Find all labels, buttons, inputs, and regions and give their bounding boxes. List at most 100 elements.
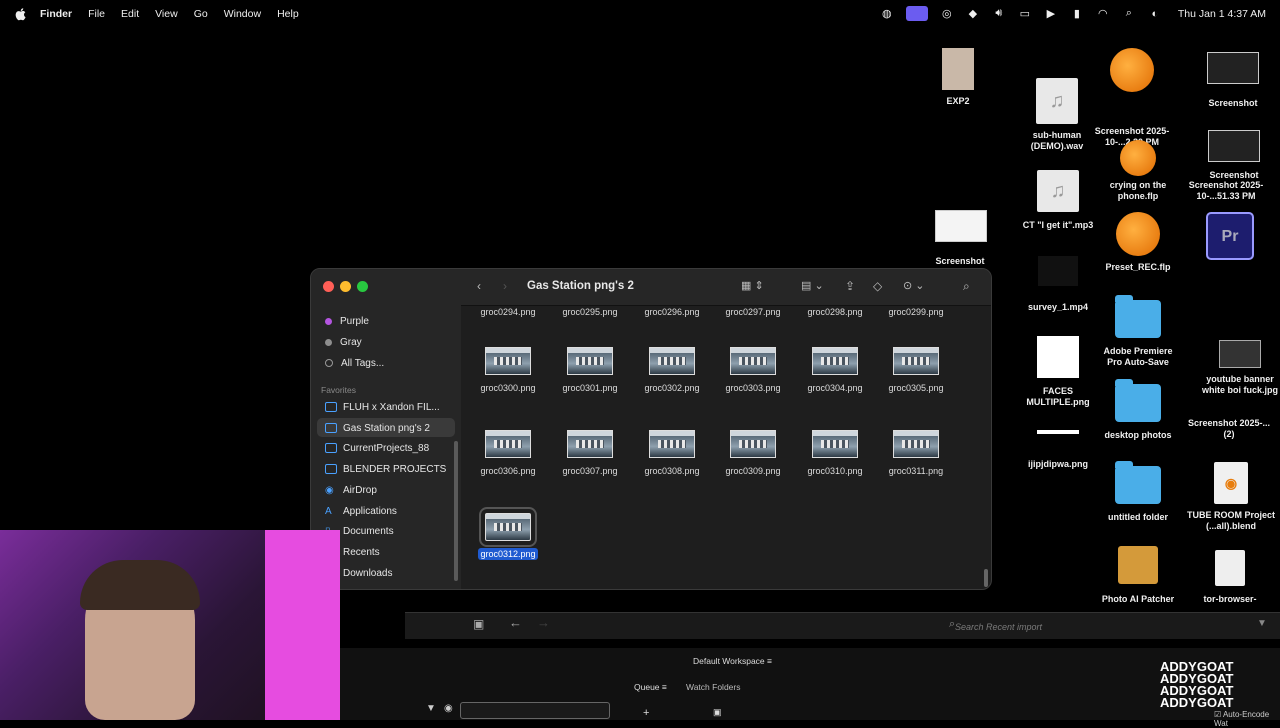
screenshot-thumb <box>1207 52 1259 84</box>
menu-help[interactable]: Help <box>277 8 299 20</box>
sidebar-item-fluh[interactable]: FLUH x Xandon FIL... <box>325 398 440 416</box>
close-button[interactable] <box>323 281 334 292</box>
view-grid-icon[interactable]: ▦ ⇕ <box>741 279 764 292</box>
file-item[interactable]: groc0296.png <box>631 307 713 317</box>
desktop-icon-premiere-proj[interactable]: Pr <box>1205 212 1255 260</box>
desktop-folder-premiere-autosave[interactable]: Adobe Premiere Pro Auto-Save <box>1096 295 1180 368</box>
display-icon[interactable]: ▭ <box>1018 8 1032 20</box>
desktop-icon-screenshot-2[interactable]: Screenshot <box>935 210 987 267</box>
file-item[interactable]: groc0304.png <box>794 347 876 393</box>
filter-icon[interactable]: ▼ <box>1257 618 1267 629</box>
file-item[interactable]: groc0294.png <box>467 307 549 317</box>
sidebar-item-airdrop[interactable]: ◉ AirDrop <box>325 481 377 499</box>
play-icon[interactable]: ▶ <box>1044 8 1058 20</box>
file-grid-scrollbar[interactable] <box>984 569 988 587</box>
back-arrow-icon[interactable]: ← <box>509 615 522 630</box>
more-actions-icon[interactable]: ⊙ ⌄ <box>903 279 925 292</box>
sidebar-tag-gray[interactable]: Gray <box>325 333 362 351</box>
desktop-icon-screenshot-3[interactable]: Screenshot <box>1192 130 1276 181</box>
sidebar-item-applications[interactable]: A Applications <box>325 502 397 520</box>
file-item[interactable]: groc0299.png <box>875 307 957 317</box>
file-name: groc0305.png <box>888 383 944 393</box>
search-icon[interactable]: ⌕ <box>963 279 970 294</box>
minimize-button[interactable] <box>340 281 351 292</box>
desktop-icon-blend[interactable]: ◉ TUBE ROOM Project (...all).blend <box>1184 462 1278 532</box>
file-item-selected[interactable]: groc0312.png <box>467 507 549 560</box>
file-item[interactable]: groc0306.png <box>467 430 549 476</box>
file-item[interactable]: groc0308.png <box>631 430 713 476</box>
filter-icon[interactable]: ▼ <box>426 703 436 714</box>
status-icon[interactable]: ◎ <box>940 8 954 20</box>
desktop-icon-exp2[interactable]: EXP2 <box>935 48 981 107</box>
tab-queue[interactable]: Queue ≡ <box>634 682 667 692</box>
eye-icon[interactable]: ◉ <box>444 703 453 714</box>
share-icon[interactable]: ⇪ <box>845 279 855 293</box>
duplicate-icon[interactable]: ▣ <box>713 707 722 718</box>
desktop-icon-mp4[interactable]: survey_1.mp4 <box>1020 256 1096 313</box>
search-icon[interactable]: ⌕ <box>1122 7 1136 20</box>
desktop-icon-wav[interactable]: ♫ sub-human (DEMO).wav <box>1022 78 1092 152</box>
file-item[interactable]: groc0302.png <box>631 347 713 393</box>
file-item[interactable]: groc0303.png <box>712 347 794 393</box>
desktop-icon-screenshot-1[interactable]: Screenshot <box>1190 52 1276 109</box>
zoom-button[interactable] <box>357 281 368 292</box>
file-item[interactable]: groc0298.png <box>794 307 876 317</box>
vpn-icon[interactable]: ◆ <box>966 8 980 20</box>
desktop-icon-screenshot-4[interactable]: Screenshot 2025-10-...51.33 PM <box>1176 176 1276 202</box>
menu-go[interactable]: Go <box>194 8 208 20</box>
forward-chevron-icon[interactable]: › <box>503 279 507 293</box>
clock[interactable]: Thu Jan 1 4:37 AM <box>1178 8 1266 20</box>
sidebar-all-tags[interactable]: All Tags... <box>325 354 384 372</box>
workspace-selector[interactable]: Default Workspace ≡ <box>693 656 772 666</box>
desktop-icon-tor-browser[interactable]: tor-browser- <box>1190 550 1270 605</box>
desktop-icon-screenshot-5[interactable]: Screenshot 2025-...(2) <box>1184 418 1274 440</box>
wifi-icon[interactable]: ◠ <box>1096 8 1110 20</box>
menu-app-name[interactable]: Finder <box>40 8 72 20</box>
menu-file[interactable]: File <box>88 8 105 20</box>
auto-encode-checkbox[interactable]: ☑ Auto-Encode Wat <box>1214 710 1280 728</box>
queue-search-input[interactable] <box>460 702 610 719</box>
panel-icon[interactable]: ▣ <box>473 617 484 631</box>
forward-arrow-icon[interactable]: → <box>537 615 550 630</box>
desktop-folder-desktop-photos[interactable]: desktop photos <box>1096 379 1180 441</box>
desktop-icon-preset-flp[interactable]: Preset_REC.flp <box>1098 212 1178 273</box>
status-app-icon[interactable]: ◍ <box>880 8 894 20</box>
sidebar-item-gas-station[interactable]: Gas Station png's 2 <box>325 419 430 437</box>
file-item[interactable]: groc0307.png <box>549 430 631 476</box>
desktop-icon-mp3[interactable]: ♫ CT "I get it".mp3 <box>1018 170 1098 231</box>
menu-view[interactable]: View <box>155 8 178 20</box>
group-icon[interactable]: ▤ ⌄ <box>801 279 824 292</box>
menu-window[interactable]: Window <box>224 8 261 20</box>
add-icon[interactable]: + <box>643 707 649 719</box>
battery-icon[interactable]: ▮ <box>1070 8 1084 20</box>
file-item[interactable]: groc0309.png <box>712 430 794 476</box>
file-item[interactable]: groc0295.png <box>549 307 631 317</box>
file-item[interactable]: groc0297.png <box>712 307 794 317</box>
desktop-icon-photo-ai-patcher[interactable]: Photo AI Patcher <box>1096 546 1180 605</box>
window-title: Gas Station png's 2 <box>527 280 634 292</box>
file-item[interactable]: groc0300.png <box>467 347 549 393</box>
control-center-icon[interactable]: ◐ <box>1148 8 1162 20</box>
desktop-icon-faces-png[interactable]: FACES MULTIPLE.png <box>1020 336 1096 408</box>
file-item[interactable]: groc0301.png <box>549 347 631 393</box>
file-item[interactable]: groc0310.png <box>794 430 876 476</box>
desktop-folder-untitled[interactable]: untitled folder <box>1096 461 1180 523</box>
sidebar-item-currentprojects[interactable]: CurrentProjects_88 <box>325 439 429 457</box>
menu-edit[interactable]: Edit <box>121 8 139 20</box>
desktop-icon-youtube-banner[interactable]: youtube banner white boi fuck.jpg <box>1200 340 1280 396</box>
recent-import-search[interactable]: Search Recent import <box>955 622 1042 632</box>
sidebar-tag-purple[interactable]: Purple <box>325 312 369 330</box>
file-item[interactable]: groc0311.png <box>875 430 957 476</box>
sidebar-item-blender[interactable]: BLENDER PROJECTS <box>325 460 446 478</box>
desktop-icon-fl-screenshot[interactable]: Screenshot 2025-10-...2.30 PM <box>1090 48 1174 148</box>
file-item[interactable]: groc0305.png <box>875 347 957 393</box>
back-chevron-icon[interactable]: ‹ <box>477 279 481 293</box>
sidebar-scrollbar[interactable] <box>454 441 458 581</box>
screen-record-icon[interactable] <box>905 6 928 21</box>
volume-icon[interactable]: 🔊︎ <box>992 7 1006 20</box>
tab-watch-folders[interactable]: Watch Folders <box>686 682 740 692</box>
apple-icon[interactable] <box>14 7 28 21</box>
desktop-icon-crying-flp[interactable]: crying on the phone.flp <box>1098 140 1178 202</box>
tag-icon[interactable]: ◇ <box>873 279 882 293</box>
desktop-icon-ijip-png[interactable]: ijipjdipwa.png <box>1020 430 1096 470</box>
